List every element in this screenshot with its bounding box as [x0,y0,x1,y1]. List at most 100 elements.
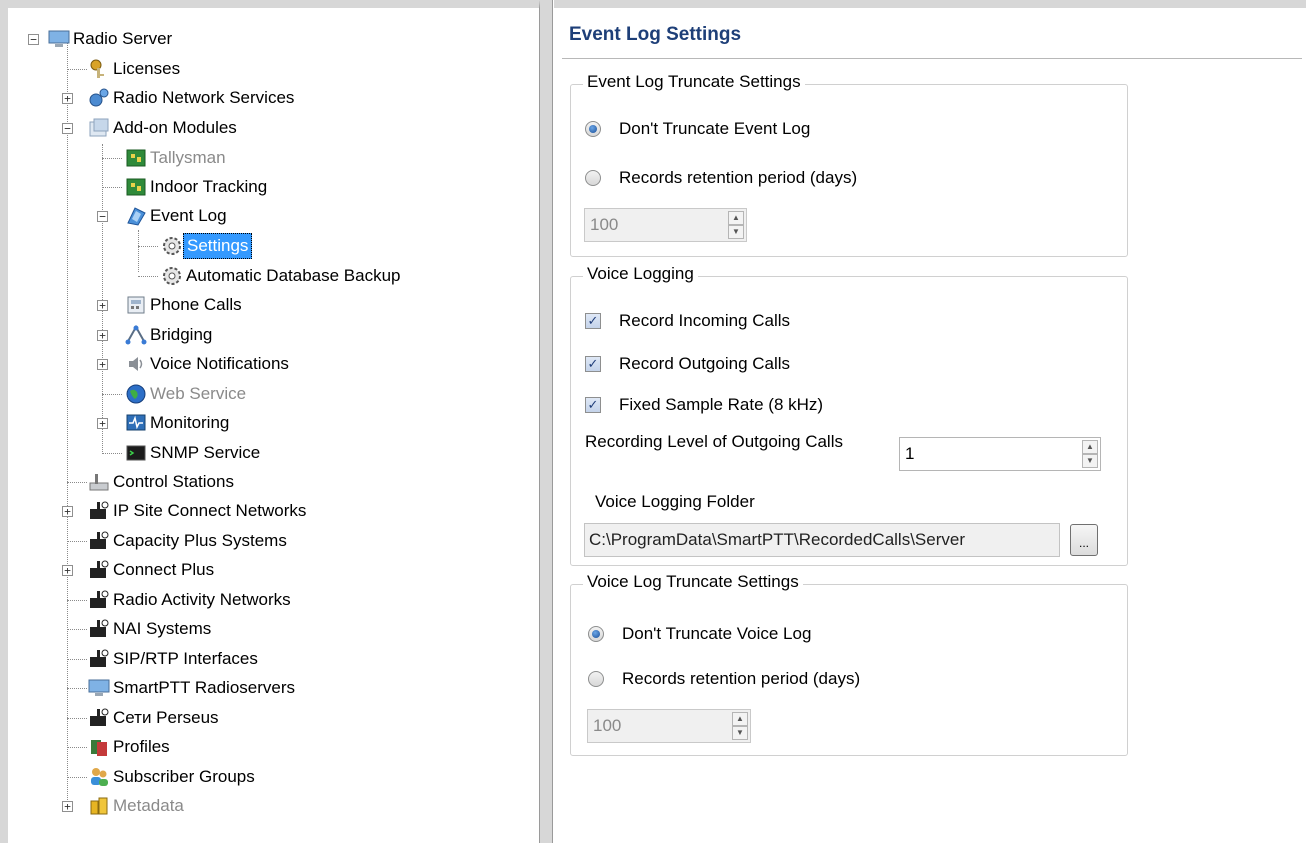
modules-icon [88,117,110,139]
tree-label: Radio Server [73,29,173,48]
tree-label: Indoor Tracking [150,177,268,196]
radio-unselected[interactable] [585,170,601,186]
checkbox-label: Fixed Sample Rate (8 kHz) [619,395,824,414]
tree-label: Connect Plus [113,560,215,579]
tree-label: Licenses [113,59,181,78]
tree-label: Event Log [150,206,227,225]
checkmark-icon[interactable]: ✓ [585,313,601,329]
tree-label: Automatic Database Backup [186,266,401,285]
speaker-icon [125,353,147,375]
title-divider [562,58,1302,59]
keys-icon [88,58,110,80]
expand-icon[interactable]: + [97,418,108,429]
stepper-down-icon[interactable]: ▼ [728,225,744,239]
gear-icon [161,265,183,287]
voice-logging-group: Voice Logging ✓ Record Incoming Calls ✓ … [570,264,1128,566]
globe-icon [125,383,147,405]
tree-label: Monitoring [150,413,230,432]
stepper-down-icon[interactable]: ▼ [732,726,748,740]
group-legend: Event Log Truncate Settings [583,72,805,92]
event-retention-days-stepper[interactable]: 100 ▲ ▼ [584,208,747,242]
stepper-value: 1 [905,444,915,463]
radio-selected[interactable] [588,626,604,642]
stepper-value: 100 [590,215,619,234]
expand-icon[interactable]: + [62,506,73,517]
group-legend: Voice Logging [583,264,698,284]
computer-icon [48,28,70,50]
expand-icon[interactable]: + [97,300,108,311]
stepper-value: 100 [593,716,622,735]
expand-icon[interactable]: + [62,565,73,576]
radio-network-icon [88,559,110,581]
radio-unselected[interactable] [588,671,604,687]
expand-icon[interactable]: + [97,359,108,370]
expand-icon[interactable]: + [62,801,73,812]
stepper-up-icon[interactable]: ▲ [732,712,748,726]
tree-label: Control Stations [113,472,234,491]
network-gears-icon [88,87,110,109]
radio-network-icon [88,589,110,611]
users-icon [88,766,110,788]
panel-splitter[interactable] [540,0,553,843]
tree-label: Tallysman [150,148,226,167]
terminal-icon [125,442,147,464]
collapse-icon[interactable]: − [97,211,108,222]
radio-selected[interactable] [585,121,601,137]
tree-label: NAI Systems [113,619,212,638]
tree-label: Bridging [150,325,213,344]
radio-network-icon [88,618,110,640]
navigation-tree: − Radio Server Licenses + Radio Network … [0,0,540,843]
tree-label: Subscriber Groups [113,767,255,786]
tree-label: Metadata [113,796,184,815]
group-legend: Voice Log Truncate Settings [583,572,803,592]
tree-label: Web Service [150,384,247,403]
circuit-board-icon [125,176,147,198]
tree-label: IP Site Connect Networks [113,501,307,520]
settings-panel: Event Log Settings Event Log Truncate Se… [554,0,1306,843]
browse-folder-button[interactable]: ... [1070,524,1098,556]
radio-network-icon [88,530,110,552]
checkbox-label: Record Outgoing Calls [619,354,791,373]
circuit-board-icon [125,147,147,169]
radio-network-icon [88,500,110,522]
recording-level-stepper[interactable]: 1 ▲ ▼ [899,437,1101,471]
computer-icon [88,677,110,699]
radio-label: Records retention period (days) [619,168,858,187]
monitoring-icon [125,412,147,434]
collapse-icon[interactable]: − [28,34,39,45]
tree-label: Radio Activity Networks [113,590,291,609]
tree-label: Phone Calls [150,295,242,314]
collapse-icon[interactable]: − [62,123,73,134]
control-station-icon [88,471,110,493]
checkbox-label: Record Incoming Calls [619,311,791,330]
checkmark-icon[interactable]: ✓ [585,397,601,413]
page-title: Event Log Settings [569,24,742,45]
stepper-down-icon[interactable]: ▼ [1082,454,1098,468]
stepper-up-icon[interactable]: ▲ [1082,440,1098,454]
tree-label: SmartPTT Radioservers [113,678,296,697]
radio-label: Records retention period (days) [622,669,861,688]
tree-label: Сети Perseus [113,708,219,727]
phone-icon [125,294,147,316]
profiles-icon [88,736,110,758]
tree-label: Capacity Plus Systems [113,531,287,550]
database-icon [88,795,110,817]
voice-logging-folder-field[interactable]: C:\ProgramData\SmartPTT\RecordedCalls\Se… [584,523,1060,557]
radio-network-icon [88,707,110,729]
event-log-icon [125,205,147,227]
bridging-icon [125,324,147,346]
tree-label: SIP/RTP Interfaces [113,649,258,668]
expand-icon[interactable]: + [97,330,108,341]
recording-level-label: Recording Level of Outgoing Calls [585,432,843,451]
stepper-up-icon[interactable]: ▲ [728,211,744,225]
expand-icon[interactable]: + [62,93,73,104]
voice-retention-days-stepper[interactable]: 100 ▲ ▼ [587,709,751,743]
checkmark-icon[interactable]: ✓ [585,356,601,372]
tree-label: Voice Notifications [150,354,289,373]
gear-icon [161,235,183,257]
tree-label: Settings [183,233,253,259]
tree-label: SNMP Service [150,443,261,462]
voice-log-truncate-group: Voice Log Truncate Settings Don't Trunca… [570,572,1128,756]
radio-label: Don't Truncate Voice Log [622,624,812,643]
tree-label: Profiles [113,737,170,756]
